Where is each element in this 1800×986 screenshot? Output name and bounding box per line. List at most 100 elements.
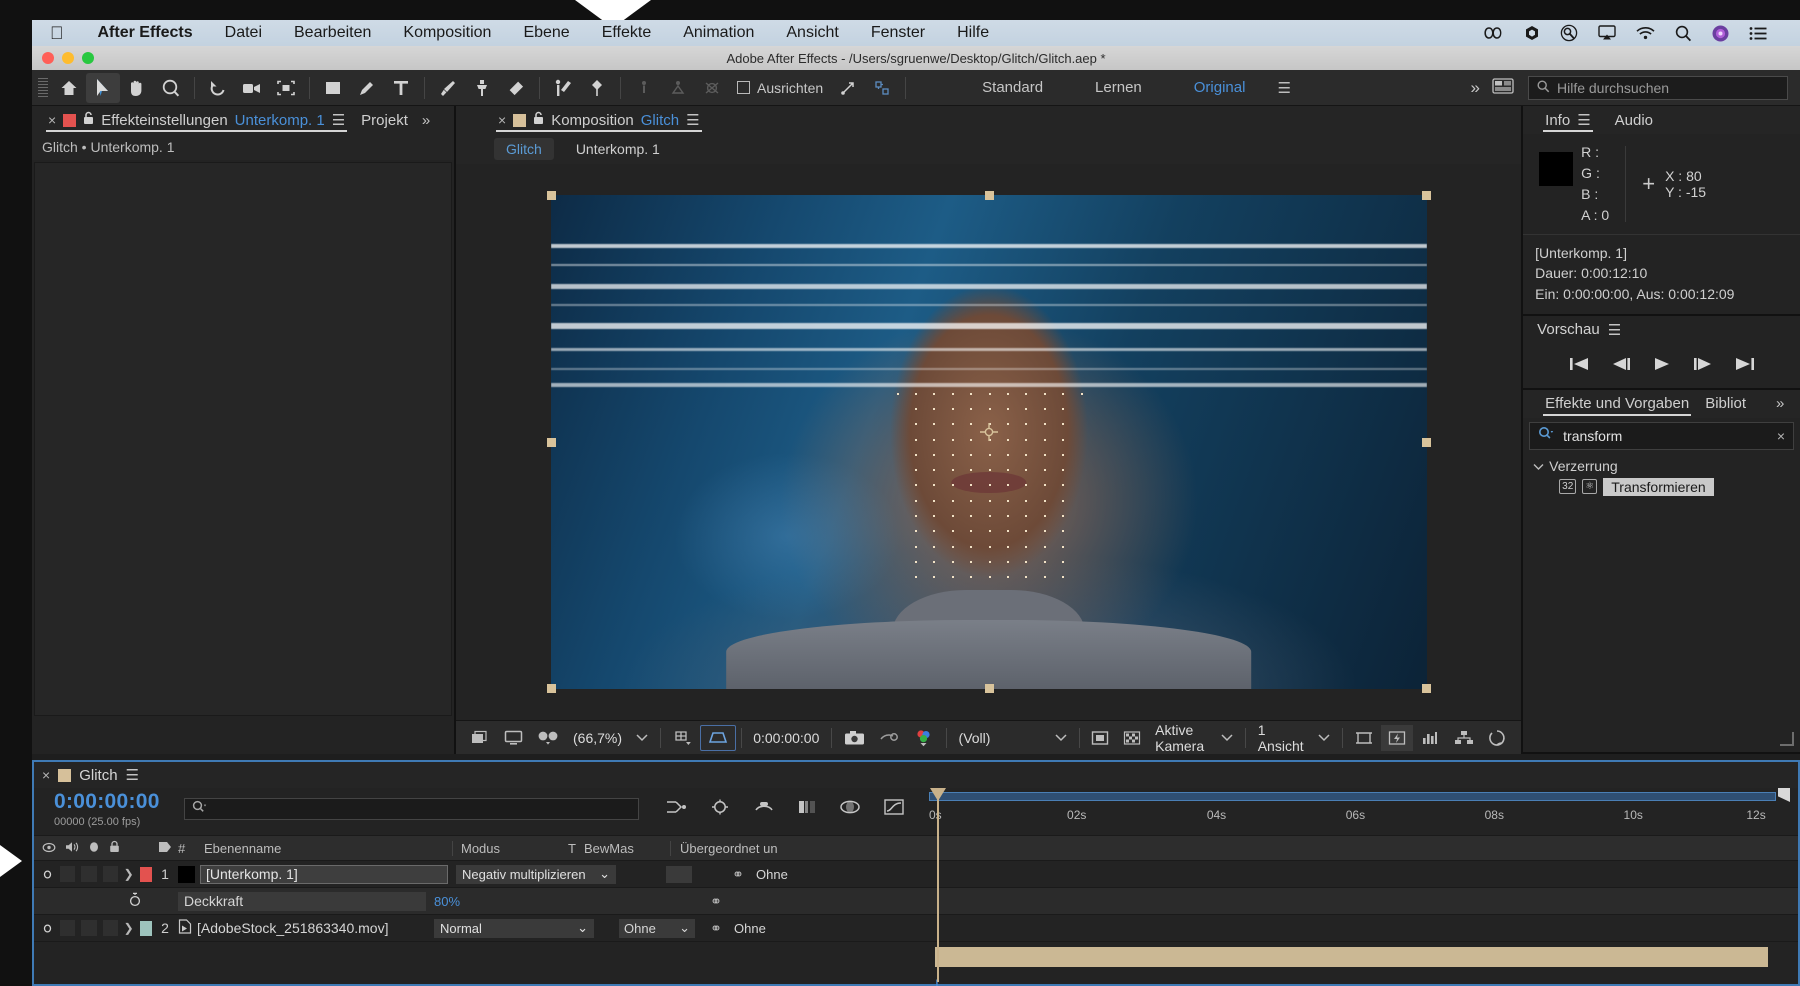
anchor-point-icon[interactable] (980, 423, 998, 441)
layer-switches[interactable]: ❯ (34, 866, 152, 882)
eraser-icon[interactable] (499, 73, 533, 103)
menu-item-effekte[interactable]: Effekte (586, 24, 668, 42)
tab-bibliotheken[interactable]: Bibliot (1697, 390, 1754, 418)
solo-toggle[interactable] (81, 920, 96, 936)
flowchart-icon[interactable] (1447, 725, 1481, 751)
shape-rect-icon[interactable] (316, 73, 350, 103)
effect-controls-list[interactable] (34, 162, 452, 716)
current-time-display[interactable]: 0:00:00:00 00000 (25.00 fps) (34, 790, 184, 828)
creative-cloud-icon[interactable] (1482, 25, 1504, 41)
transform-handle[interactable] (1422, 438, 1431, 447)
lock-toggle[interactable] (103, 920, 118, 936)
wifi-icon[interactable] (1636, 26, 1655, 40)
effects-list-empty-area[interactable] (1523, 498, 1800, 752)
table-row[interactable]: ❯ 1 [Unterkomp. 1] Negativ multipliziere… (34, 861, 1798, 888)
transform-handle[interactable] (985, 684, 994, 693)
brush-icon[interactable] (431, 73, 465, 103)
snap-grid-icon[interactable] (865, 73, 899, 103)
double-chevron-right-icon[interactable]: » (422, 112, 430, 129)
monitor-icon[interactable] (497, 725, 530, 751)
tab-projekt[interactable]: Projekt (353, 106, 416, 134)
pick-whip-icon[interactable]: ⚭ (698, 893, 734, 910)
resize-corner-icon[interactable] (1780, 732, 1794, 746)
eye-icon[interactable] (41, 867, 54, 881)
close-icon[interactable]: × (42, 767, 50, 783)
selection-arrow-icon[interactable] (86, 73, 120, 103)
first-frame-icon[interactable] (1568, 356, 1590, 372)
lock-icon[interactable] (533, 111, 544, 129)
close-icon[interactable]: × (48, 112, 56, 128)
table-row[interactable]: ❯ 2 [AdobeStock_251863340.mov] Normal ⌄ … (34, 915, 1798, 942)
magnifier-circle-icon[interactable] (1560, 24, 1578, 42)
timeline-graph-icon[interactable] (1413, 725, 1447, 751)
previous-frame-icon[interactable] (1610, 356, 1632, 372)
graph-editor-icon[interactable] (883, 798, 905, 821)
snap-checkbox[interactable] (737, 81, 750, 94)
tab-audio[interactable]: Audio (1607, 106, 1661, 134)
layer-switches[interactable]: ❯ (34, 920, 152, 936)
playhead[interactable] (937, 788, 939, 982)
tab-info[interactable]: Info ☰ (1537, 106, 1598, 134)
transform-handle[interactable] (547, 191, 556, 200)
transform-handle[interactable] (547, 684, 556, 693)
next-frame-icon[interactable] (1692, 356, 1714, 372)
work-area-bar[interactable] (929, 792, 1776, 801)
close-icon[interactable]: × (1777, 428, 1785, 444)
snap-toggle[interactable]: Ausrichten (729, 80, 831, 96)
checkerboard-icon[interactable] (1116, 725, 1148, 751)
rotate-icon[interactable] (201, 73, 235, 103)
show-snapshot-icon[interactable] (872, 725, 907, 751)
reset-exposure-icon[interactable] (1481, 725, 1513, 751)
pick-whip-icon[interactable]: ⚭ (698, 920, 734, 937)
hamburger-icon[interactable]: ☰ (126, 766, 139, 784)
composition-canvas[interactable] (551, 195, 1427, 689)
always-preview-icon[interactable] (464, 725, 497, 751)
transparency-grid-icon[interactable] (1084, 725, 1116, 751)
hexagon-icon[interactable] (1524, 25, 1540, 41)
effects-search-input[interactable] (1563, 428, 1769, 444)
timeline-search-field[interactable] (184, 798, 639, 820)
layer-color-swatch[interactable] (140, 867, 152, 882)
chevron-down-icon[interactable] (1048, 725, 1074, 751)
track-matte-cell[interactable] (638, 866, 720, 883)
apple-logo-icon[interactable]:  (50, 24, 64, 42)
solo-toggle[interactable] (81, 866, 96, 882)
layer-duration-bar[interactable] (935, 947, 1768, 967)
3d-glasses-icon[interactable] (530, 725, 566, 751)
hamburger-icon[interactable]: ☰ (1277, 79, 1290, 97)
workspace-lernen[interactable]: Lernen (1069, 79, 1168, 96)
hamburger-icon[interactable]: ☰ (332, 111, 345, 129)
magnification-value[interactable]: (66,7%) (566, 725, 629, 751)
transform-handle[interactable] (1422, 684, 1431, 693)
views-value[interactable]: 1 Ansicht (1251, 725, 1311, 751)
play-icon[interactable] (1652, 356, 1672, 372)
track-matte-select[interactable]: Ohne ⌄ (619, 919, 695, 938)
puppet-position-icon[interactable] (627, 73, 661, 103)
layer-property-row[interactable]: Deckkraft 80% ⚭ (34, 888, 1798, 915)
lock-toggle[interactable] (103, 866, 118, 882)
crumb-glitch[interactable]: Glitch (494, 138, 554, 160)
search-dropdown-icon[interactable] (1538, 426, 1555, 445)
last-frame-icon[interactable] (1734, 356, 1756, 372)
hide-shy-layers-icon[interactable] (753, 798, 775, 821)
tab-composition[interactable]: × Komposition Glitch ☰ (490, 106, 708, 134)
spotlight-search-icon[interactable] (1675, 25, 1692, 42)
motion-blur-icon[interactable] (839, 798, 861, 821)
region-of-interest-icon[interactable] (700, 725, 736, 751)
effect-name[interactable]: Transformieren (1603, 478, 1713, 496)
timeline-comp-name[interactable]: Glitch (79, 767, 117, 784)
camera-orbit-icon[interactable] (235, 73, 269, 103)
rgb-channels-icon[interactable] (907, 725, 941, 751)
toolbar-drag-handle[interactable] (38, 78, 48, 98)
region-of-interest-icon[interactable] (269, 73, 303, 103)
siri-icon[interactable] (1712, 25, 1729, 42)
chevron-down-icon[interactable] (1311, 725, 1337, 751)
pick-whip-icon[interactable]: ⚭ (720, 866, 756, 883)
workspace-grid-icon[interactable] (1492, 78, 1514, 97)
puppet-overlap-icon[interactable] (695, 73, 729, 103)
layer-color-swatch[interactable] (140, 921, 152, 936)
search-dropdown-icon[interactable] (192, 800, 208, 818)
audio-toggle[interactable] (60, 866, 75, 882)
menu-item-animation[interactable]: Animation (667, 24, 770, 42)
active-camera-value[interactable]: Aktive Kamera (1148, 725, 1214, 751)
